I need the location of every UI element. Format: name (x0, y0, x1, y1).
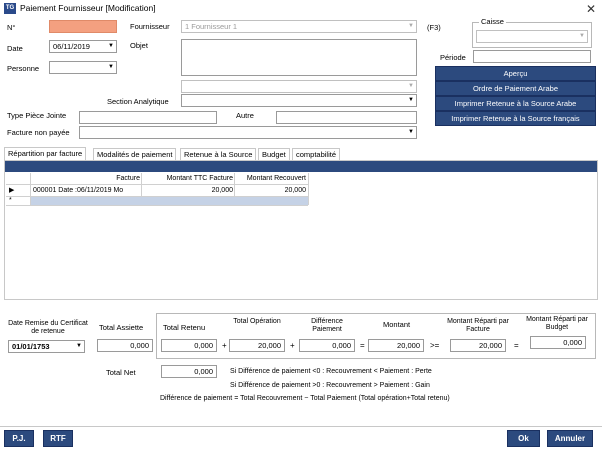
section-label: Section Analytique (107, 97, 169, 106)
f3-label: (F3) (427, 23, 441, 32)
ok-button[interactable]: Ok (507, 430, 540, 447)
annuler-button[interactable]: Annuler (547, 430, 593, 447)
grid-top-bar (5, 161, 597, 172)
tab-budget[interactable]: Budget (258, 148, 290, 160)
type-piece-field[interactable] (79, 111, 217, 124)
secondary-select[interactable]: ▼ (181, 80, 417, 93)
total-net-field[interactable]: 0,000 (161, 365, 217, 378)
periode-field[interactable] (473, 50, 591, 63)
cell-ttc[interactable]: 20,000 (142, 186, 233, 196)
total-operation-field[interactable]: 20,000 (229, 339, 285, 352)
personne-select[interactable]: ▼ (49, 61, 117, 74)
tab-modalites[interactable]: Modalités de paiement (93, 148, 177, 160)
fournisseur-select[interactable]: 1 Fournisseur 1 ▼ (181, 20, 417, 33)
tab-repartition[interactable]: Répartition par facture (4, 147, 87, 160)
facture-select[interactable]: ▼ (79, 126, 417, 139)
reparti-budget-label: Montant Réparti par Budget (526, 316, 588, 331)
row-indicator: ▶ (9, 187, 15, 194)
num-label: N° (7, 23, 16, 32)
chevron-down-icon[interactable]: ▼ (106, 41, 116, 52)
chevron-down-icon[interactable]: ▼ (577, 31, 587, 42)
autre-label: Autre (236, 111, 254, 120)
difference-label: Différence Paiement (311, 318, 343, 333)
reparti-facture-label: Montant Réparti par Facture (447, 318, 509, 333)
date-remise-field[interactable]: 01/01/1753 ▼ (8, 340, 85, 353)
col-ttc[interactable]: Montant TTC Facture (142, 174, 235, 184)
total-retenu-label: Total Retenu (163, 323, 206, 332)
note-formule: Différence de paiement = Total Recouvrem… (160, 395, 450, 402)
chevron-down-icon[interactable]: ▼ (406, 127, 416, 138)
fournisseur-label: Fournisseur (130, 22, 170, 31)
apercu-button[interactable]: Aperçu (435, 66, 596, 81)
personne-label: Personne (7, 64, 40, 73)
total-operation-label: Total Opération (233, 318, 281, 325)
grid-line (6, 205, 308, 206)
rtf-button[interactable]: RTF (43, 430, 73, 447)
objet-textarea[interactable] (181, 39, 417, 76)
grid-line (6, 184, 308, 185)
reparti-facture-field[interactable]: 20,000 (450, 339, 506, 352)
facture-label: Facture non payée (7, 128, 70, 137)
autre-field[interactable] (276, 111, 417, 124)
tab-retenue[interactable]: Retenue à la Source (180, 148, 257, 160)
ordre-arabe-button[interactable]: Ordre de Paiement Arabe (435, 81, 596, 96)
footer-divider (0, 426, 602, 427)
op-gte: >= (430, 341, 440, 350)
total-retenu-field[interactable]: 0,000 (161, 339, 217, 352)
montant-field[interactable]: 20,000 (368, 339, 424, 352)
total-net-label: Total Net (106, 368, 136, 377)
op-plus-2: + (290, 341, 295, 350)
caisse-label: Caisse (479, 17, 506, 26)
date-remise-label: Date Remise du Certificat de retenue (8, 320, 88, 335)
chevron-down-icon[interactable]: ▼ (406, 81, 416, 92)
new-row[interactable] (31, 197, 308, 205)
app-icon: TG (4, 3, 16, 14)
window-title: Paiement Fournisseur [Modification] (20, 3, 156, 13)
num-field[interactable] (49, 20, 117, 33)
op-eq-2: = (514, 341, 519, 350)
date-label: Date (7, 44, 23, 53)
grid-line (308, 173, 309, 205)
new-row-indicator: * (9, 197, 12, 204)
retenue-arabe-button[interactable]: Imprimer Retenue à la Source Arabe (435, 96, 596, 111)
total-assiette-field[interactable]: 0,000 (97, 339, 153, 352)
note-gain: Si Différence de paiement >0 : Recouvrem… (230, 382, 430, 389)
note-perte: Si Différence de paiement <0 : Recouvrem… (230, 368, 432, 375)
col-recouvert[interactable]: Montant Recouvert (235, 174, 308, 184)
date-field[interactable]: 06/11/2019 ▼ (49, 40, 117, 53)
col-facture[interactable]: Facture (6, 174, 142, 184)
cell-facture[interactable]: 000001 Date :06/11/2019 Mo (33, 186, 140, 196)
difference-field[interactable]: 0,000 (299, 339, 355, 352)
chevron-down-icon[interactable]: ▼ (74, 341, 84, 352)
section-select[interactable]: ▼ (181, 94, 417, 107)
op-plus-1: + (222, 341, 227, 350)
close-icon[interactable]: ✕ (584, 2, 598, 16)
chevron-down-icon[interactable]: ▼ (406, 21, 416, 32)
chevron-down-icon[interactable]: ▼ (106, 62, 116, 73)
total-assiette-label: Total Assiette (99, 323, 144, 332)
date-value: 06/11/2019 (53, 42, 90, 51)
reparti-budget-field[interactable]: 0,000 (530, 336, 586, 349)
op-eq-1: = (360, 341, 365, 350)
type-piece-label: Type Pièce Jointe (7, 111, 67, 120)
objet-label: Objet (130, 41, 148, 50)
retenue-francais-button[interactable]: Imprimer Retenue à la Source français (435, 111, 596, 126)
caisse-select[interactable]: ▼ (476, 30, 588, 43)
periode-label: Période (440, 53, 466, 62)
tab-comptabilite[interactable]: comptabilité (292, 148, 341, 160)
pj-button[interactable]: P.J. (4, 430, 34, 447)
montant-label: Montant (383, 320, 411, 329)
cell-recouvert[interactable]: 20,000 (235, 186, 306, 196)
chevron-down-icon[interactable]: ▼ (406, 95, 416, 106)
